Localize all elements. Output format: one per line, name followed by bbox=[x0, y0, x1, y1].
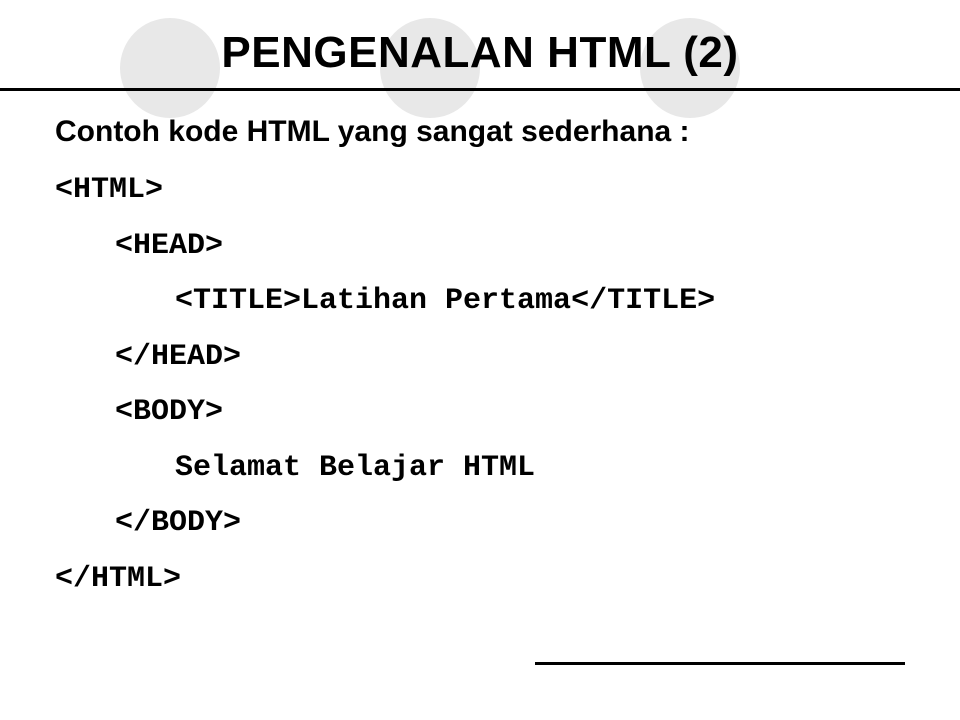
title-underline bbox=[0, 88, 960, 91]
code-line: </BODY> bbox=[55, 496, 905, 552]
code-line: </HEAD> bbox=[55, 330, 905, 386]
slide-container: PENGENALAN HTML (2) Contoh kode HTML yan… bbox=[0, 0, 960, 720]
code-block: <HTML> <HEAD> <TITLE>Latihan Pertama</TI… bbox=[55, 163, 905, 607]
code-line: <HTML> bbox=[55, 163, 905, 219]
code-line: <HEAD> bbox=[55, 219, 905, 275]
footer-line bbox=[535, 662, 905, 665]
code-line: <BODY> bbox=[55, 385, 905, 441]
code-line: Selamat Belajar HTML bbox=[55, 441, 905, 497]
code-line: </HTML> bbox=[55, 552, 905, 608]
slide-title: PENGENALAN HTML (2) bbox=[0, 28, 960, 78]
slide-content: Contoh kode HTML yang sangat sederhana :… bbox=[55, 115, 905, 607]
code-line: <TITLE>Latihan Pertama</TITLE> bbox=[55, 274, 905, 330]
intro-text: Contoh kode HTML yang sangat sederhana : bbox=[55, 115, 905, 149]
